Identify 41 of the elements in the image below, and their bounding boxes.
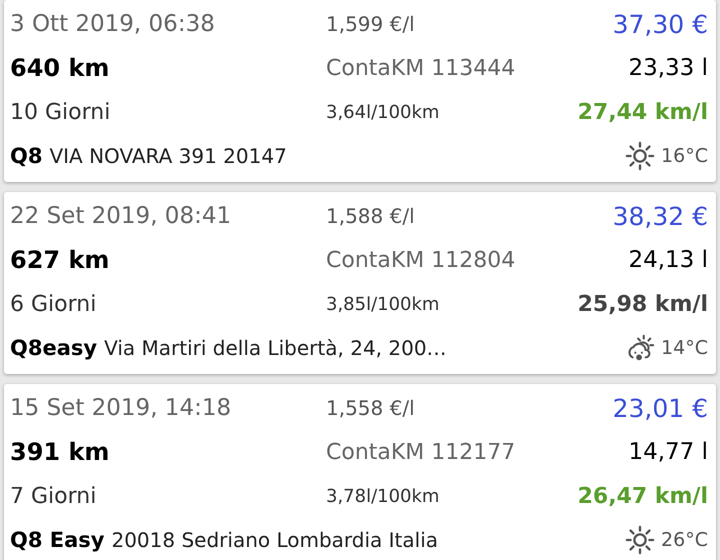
efficiency: 26,47 km/l: [578, 484, 708, 508]
consumption: 3,85l/100km: [326, 294, 440, 314]
temperature: 16°C: [661, 145, 708, 167]
total-cost: 38,32 €: [612, 202, 708, 230]
price-per-liter: 1,599 €/l: [326, 12, 416, 36]
efficiency: 27,44 km/l: [578, 100, 708, 124]
address: 20018 Sedriano Lombardia Italia: [111, 528, 440, 552]
odometer: ContaKM 112177: [326, 440, 516, 464]
interval: 7 Giorni: [10, 484, 98, 508]
price-per-liter: 1,558 €/l: [326, 396, 416, 420]
liters: 24,13 l: [628, 247, 708, 273]
consumption: 3,64l/100km: [326, 102, 440, 122]
station-name: Q8easy: [10, 336, 98, 360]
total-cost: 37,30 €: [612, 10, 708, 38]
entry-card[interactable]: 3 Ott 2019, 06:38 1,599 €/l 37,30 € 640 km ContaKM 113444 23,33 l 10 Giorni 3,64l/100km 27,44 km/l Q8 VIA NOVARA 391 20147 16°C: [4, 0, 716, 182]
interval: 10 Giorni: [10, 100, 112, 124]
entry-card[interactable]: 15 Set 2019, 14:18 1,558 €/l 23,01 € 391 km ContaKM 112177 14,77 l 7 Giorni 3,78l/100km 26,47 km/l Q8 Easy 20018 Sedriano Lombardia Italia 26°C: [4, 384, 716, 560]
address: Via Martiri della Libertà, 24, 200…: [104, 336, 448, 360]
sun-icon: [625, 525, 656, 555]
price-per-liter: 1,588 €/l: [326, 204, 416, 228]
efficiency: 25,98 km/l: [578, 292, 708, 316]
temperature: 14°C: [661, 337, 708, 359]
consumption: 3,78l/100km: [326, 486, 440, 506]
date-time: 22 Set 2019, 08:41: [10, 203, 232, 229]
distance: 391 km: [10, 438, 110, 466]
total-cost: 23,01 €: [612, 394, 708, 422]
station-name: Q8 Easy: [10, 528, 104, 552]
odometer: ContaKM 112804: [326, 248, 516, 272]
station-name: Q8: [10, 144, 42, 168]
distance: 640 km: [10, 54, 110, 82]
liters: 23,33 l: [628, 55, 708, 81]
temperature: 26°C: [661, 529, 708, 551]
date-time: 15 Set 2019, 14:18: [10, 395, 232, 421]
interval: 6 Giorni: [10, 292, 98, 316]
address: VIA NOVARA 391 20147: [49, 144, 288, 168]
odometer: ContaKM 113444: [326, 56, 516, 80]
sun-icon: [625, 141, 656, 171]
date-time: 3 Ott 2019, 06:38: [10, 11, 216, 37]
liters: 14,77 l: [628, 439, 708, 465]
distance: 627 km: [10, 246, 110, 274]
entry-card[interactable]: 22 Set 2019, 08:41 1,588 €/l 38,32 € 627 km ContaKM 112804 24,13 l 6 Giorni 3,85l/100km 25,98 km/l Q8easy Via Martiri della Libertà, 24, 200… 14°C: [4, 192, 716, 374]
